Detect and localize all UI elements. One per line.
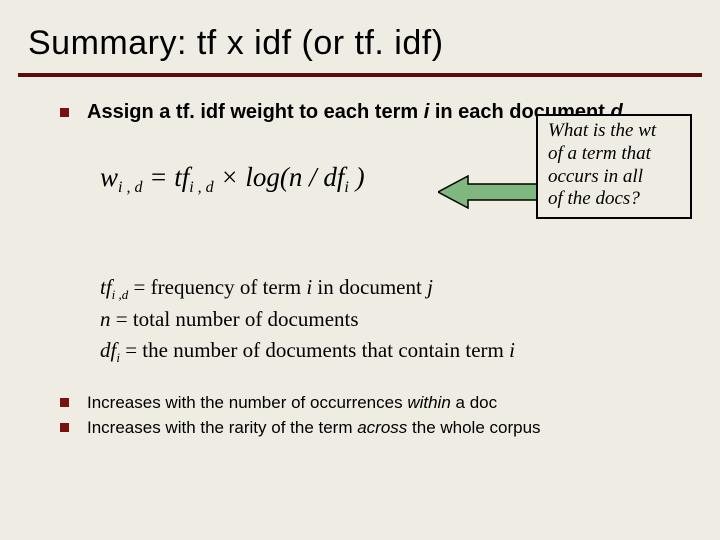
formula-area: wi , d = tfi , d × log(n / dfi ) What is… — [100, 144, 682, 264]
callout-l4: of the docs? — [548, 188, 680, 211]
def-n: n = total number of documents — [100, 304, 682, 336]
bullet-1-text: Increases with the number of occurrences… — [87, 391, 497, 415]
def-df-rest: = the number of documents that contain t… — [120, 338, 509, 362]
b2-em: across — [357, 418, 407, 437]
callout-l1: What is the wt — [548, 120, 680, 143]
f-w: w — [100, 162, 118, 192]
def-tf: tfi ,d = frequency of term i in document… — [100, 272, 682, 304]
def-n-rest: = total number of documents — [111, 307, 359, 331]
f-times: × log( — [214, 162, 289, 192]
callout-box: What is the wt of a term that occurs in … — [536, 114, 692, 219]
def-df-sym: df — [100, 338, 116, 362]
def-df: dfi = the number of documents that conta… — [100, 335, 682, 367]
def-df-i: i — [509, 338, 515, 362]
slide-title: Summary: tf x idf (or tf. idf) — [0, 0, 720, 69]
f-tf: tf — [174, 162, 189, 192]
tfidf-formula: wi , d = tfi , d × log(n / dfi ) — [100, 162, 365, 193]
bullet-2: Increases with the rarity of the term ac… — [60, 416, 682, 440]
bullet-2-text: Increases with the rarity of the term ac… — [87, 416, 541, 440]
b1-pre: Increases with the number of occurrences — [87, 393, 407, 412]
f-wsub: i , d — [118, 179, 142, 196]
definitions: tfi ,d = frequency of term i in document… — [100, 272, 682, 367]
bullet-square-icon — [60, 398, 69, 407]
b2-pre: Increases with the rarity of the term — [87, 418, 357, 437]
f-eq: = — [142, 162, 174, 192]
def-tf-j: j — [427, 275, 433, 299]
bullet-square-icon — [60, 423, 69, 432]
b1-em: within — [407, 393, 450, 412]
callout-l2: of a term that — [548, 143, 680, 166]
lead-pre: Assign a tf. idf weight to each term — [87, 101, 424, 123]
f-close: ) — [349, 162, 365, 192]
bullet-square-icon — [60, 108, 69, 117]
f-dfsub: i — [344, 179, 348, 196]
b1-post: a doc — [451, 393, 497, 412]
f-tfsub: i , d — [189, 179, 213, 196]
def-df-sub: i — [116, 350, 120, 365]
b2-post: the whole corpus — [407, 418, 540, 437]
f-slash: / — [302, 162, 323, 192]
def-tf-sym: tf — [100, 275, 112, 299]
def-n-sym: n — [100, 307, 111, 331]
bullet-1: Increases with the number of occurrences… — [60, 391, 682, 415]
f-df: df — [323, 162, 344, 192]
left-arrow-icon — [438, 174, 548, 210]
f-n: n — [289, 162, 303, 192]
def-tf-sub: i ,d — [112, 287, 129, 302]
callout-l3: occurs in all — [548, 166, 680, 189]
lower-bullets: Increases with the number of occurrences… — [60, 391, 682, 441]
def-tf-rest2: in document — [312, 275, 427, 299]
def-tf-rest: = frequency of term — [128, 275, 306, 299]
